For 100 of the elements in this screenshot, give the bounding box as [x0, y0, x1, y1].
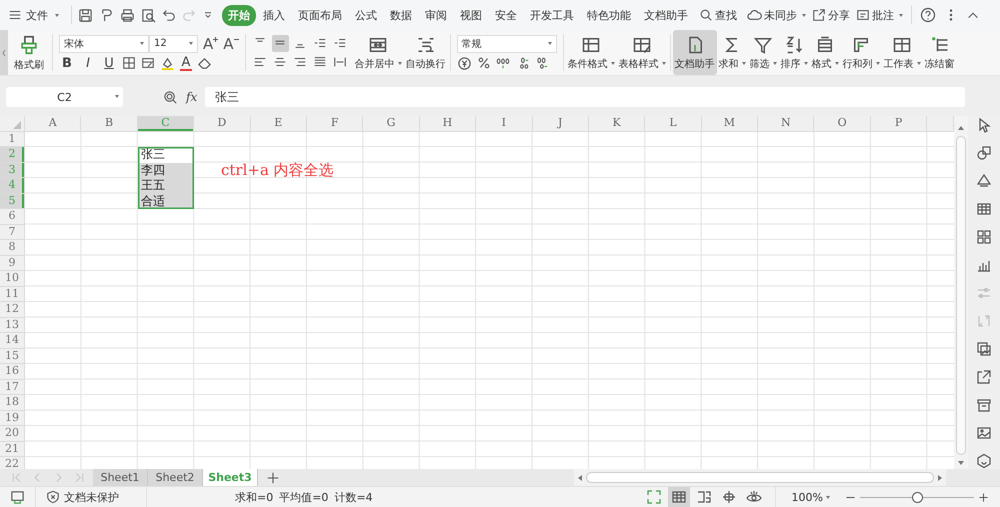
sheet-tab[interactable]: Sheet1	[93, 469, 148, 486]
row-header[interactable]: 18	[0, 395, 25, 410]
help-icon[interactable]	[920, 7, 936, 23]
search-button[interactable]: 查找	[699, 8, 737, 22]
menu-tab[interactable]: 文档助手	[638, 4, 694, 26]
save-icon[interactable]	[78, 8, 93, 22]
grid-view-icon[interactable]	[668, 487, 690, 507]
add-sheet-icon[interactable]	[266, 470, 280, 484]
row-header[interactable]: 13	[0, 318, 25, 333]
image-icon[interactable]	[976, 425, 992, 441]
eraser-icon[interactable]	[197, 56, 212, 70]
toolbar-button[interactable]: 排序	[778, 30, 810, 75]
toolbar-button[interactable]: 自动换行	[404, 30, 448, 75]
thousands-separator-icon[interactable]	[496, 56, 510, 70]
currency-icon[interactable]	[456, 56, 472, 70]
bold-button[interactable]: B	[59, 56, 75, 70]
archive-icon[interactable]	[976, 397, 992, 413]
menu-tab[interactable]: 视图	[454, 4, 488, 26]
row-header[interactable]: 22	[0, 457, 25, 469]
protection-status[interactable]: 文档未保护	[36, 490, 146, 504]
formula-field[interactable]: 张三	[205, 87, 965, 107]
toolbar-button[interactable]: 文档助手	[672, 30, 717, 75]
row-header[interactable]: 7	[0, 224, 25, 240]
search-icon[interactable]	[699, 8, 713, 22]
menu-tab[interactable]: 审阅	[419, 4, 453, 26]
grid-icon[interactable]	[976, 229, 992, 245]
menu-tab[interactable]: 安全	[489, 4, 523, 26]
column-header[interactable]: G	[363, 116, 420, 132]
toolbar-button[interactable]: 条件格式	[566, 30, 617, 75]
toolbar-button[interactable]: 工作表	[882, 30, 923, 75]
percent-icon[interactable]	[476, 56, 491, 70]
font-size-field[interactable]: 12	[149, 34, 198, 52]
zoom-icon[interactable]	[163, 90, 178, 104]
vertical-scrollbar[interactable]	[954, 116, 968, 469]
toolbar-button[interactable]: 分享	[812, 8, 850, 22]
toolbar-button[interactable]: 冻结窗	[922, 30, 957, 75]
menu-tab[interactable]: 插入	[257, 4, 291, 26]
row-header[interactable]: 11	[0, 286, 25, 302]
column-header[interactable]: K	[588, 116, 646, 132]
menu-tab[interactable]: 公式	[349, 4, 383, 26]
toolbar-button[interactable]: 行和列	[840, 30, 882, 75]
row-header[interactable]: 14	[0, 333, 25, 348]
font-color-button[interactable]: A	[180, 56, 192, 70]
toolbar-button[interactable]: 未同步	[747, 8, 806, 22]
menu-tab[interactable]: 开发工具	[524, 4, 580, 26]
menu-tab[interactable]: 特色功能	[581, 4, 637, 26]
column-header[interactable]: A	[25, 116, 82, 132]
menu-tab[interactable]: 页面布局	[292, 4, 348, 26]
column-header[interactable]: J	[532, 116, 589, 132]
menu-icon[interactable]	[8, 8, 22, 22]
column-header[interactable]: H	[420, 116, 476, 132]
column-header[interactable]: D	[194, 116, 251, 132]
print-icon[interactable]	[120, 8, 135, 22]
toolbar-button[interactable]: 表格样式	[616, 30, 668, 75]
image-stack-icon[interactable]	[976, 341, 992, 357]
horizontal-scrollbar[interactable]	[574, 469, 946, 486]
toolbar-button[interactable]: 批注	[856, 8, 903, 22]
toolbar-button[interactable]: 格式刷	[12, 32, 46, 74]
cell-style-icon[interactable]	[141, 56, 155, 70]
shrink-font-button[interactable]: A	[223, 34, 239, 52]
row-header[interactable]: 8	[0, 240, 25, 256]
share-icon[interactable]	[812, 8, 826, 22]
table-icon[interactable]	[976, 201, 992, 217]
name-box[interactable]: C2	[6, 87, 123, 107]
font-name-field[interactable]: 宋体	[59, 34, 149, 52]
number-format-field[interactable]: 常规	[456, 34, 557, 52]
layers-icon[interactable]	[976, 173, 992, 189]
column-header[interactable]: B	[81, 116, 138, 132]
print-preview-icon[interactable]	[141, 8, 156, 22]
column-header[interactable]: O	[814, 116, 871, 132]
align-middle-icon[interactable]	[272, 34, 289, 52]
row-header[interactable]: 10	[0, 271, 25, 286]
zoom-in-icon[interactable]	[977, 490, 990, 504]
row-header[interactable]: 21	[0, 442, 25, 457]
underline-button[interactable]: U	[101, 56, 117, 70]
toolbar-button[interactable]: 合并居中	[352, 30, 404, 75]
export-icon[interactable]	[976, 369, 992, 385]
collapse-handle[interactable]	[0, 30, 8, 75]
file-menu[interactable]: 文件	[8, 8, 59, 22]
column-header[interactable]: L	[645, 116, 702, 132]
column-header[interactable]: P	[870, 116, 928, 132]
zoom-menu[interactable]: 100%	[792, 490, 830, 504]
borders-icon[interactable]	[122, 56, 136, 70]
row-header[interactable]: 19	[0, 410, 25, 426]
sheet-tab[interactable]: Sheet2	[148, 469, 203, 486]
column-header[interactable]: E	[250, 116, 307, 132]
hexagon-icon[interactable]	[976, 453, 992, 469]
italic-button[interactable]: I	[80, 56, 96, 70]
toolbar-button[interactable]: 筛选	[748, 30, 779, 75]
toolbar-button[interactable]: 求和	[716, 30, 748, 75]
cloud-icon[interactable]	[747, 8, 762, 22]
menu-tab[interactable]: 数据	[384, 4, 418, 26]
grow-font-button[interactable]: A	[203, 34, 218, 52]
column-header[interactable]: N	[758, 116, 814, 132]
fill-color-icon[interactable]	[160, 56, 175, 70]
row-header[interactable]: 9	[0, 256, 25, 271]
row-header[interactable]: 12	[0, 302, 25, 318]
row-header[interactable]: 17	[0, 380, 25, 395]
column-header[interactable]: F	[306, 116, 364, 132]
shapes-icon[interactable]	[976, 145, 992, 161]
